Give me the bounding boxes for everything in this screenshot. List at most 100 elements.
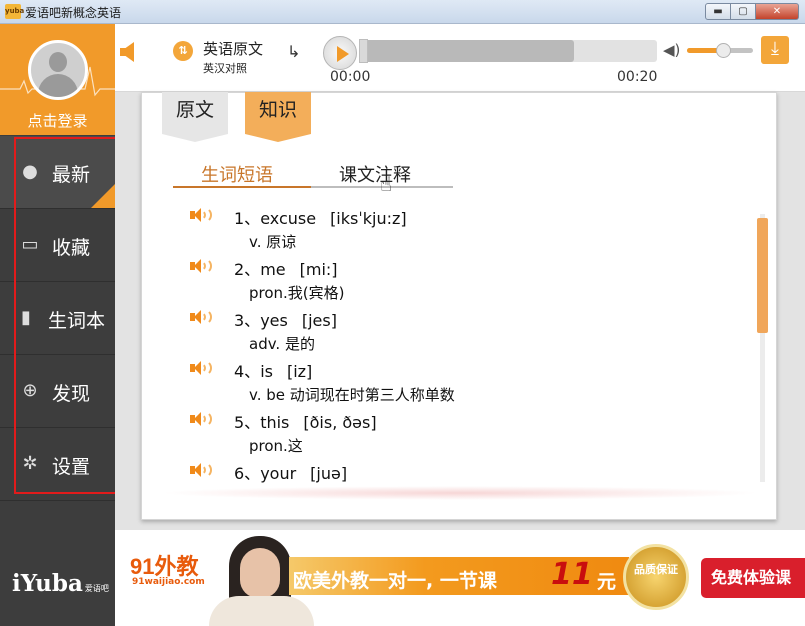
word-definition: pron.我(宾格) [249,284,345,302]
word-phonetic: [iz] [286,362,313,381]
download-button[interactable]: ⤓ [761,36,789,64]
speaker-icon[interactable] [188,411,216,427]
sidebar-item-latest[interactable]: ● 最新 [0,136,115,209]
brand-logo: iYuba 爱语吧 [12,570,109,597]
quality-seal-icon: 品质保证 [623,544,689,610]
player-bar: ⇅ 英语原文 英汉对照 ↳ 00:00 00:20 ◀) ⤓ [115,24,805,92]
word-index: 4、 [234,362,261,381]
free-trial-button[interactable]: 免费体验课 [701,558,805,598]
hand-cursor-icon: ☝ [380,172,393,196]
avatar-body [38,74,78,97]
mode-title[interactable]: 英语原文 [203,38,263,59]
play-button[interactable] [323,36,357,70]
brand-subtitle: 爱语吧 [84,584,109,593]
word-index: 2、 [234,260,261,279]
list-item: 3、yes [jes] adv. 是的 [188,307,748,358]
new-icon: ● [22,161,38,182]
word-headline: 4、is [iz] [234,358,312,382]
total-time: 00:20 [617,69,658,85]
word-definition: v. 原谅 [249,233,297,251]
repeat-icon[interactable]: ↳ [287,42,300,61]
subtab-text-notes[interactable]: 课文注释 [339,161,411,187]
sidebar-item-discover[interactable]: ⊕ 发现 [0,355,115,428]
subtab-underline [173,186,453,188]
avatar-head [49,52,67,72]
tab-knowledge[interactable]: 知识 [245,92,311,142]
word-phonetic: [ðis, ðəs] [303,413,377,432]
volume-icon[interactable]: ◀) [663,41,680,59]
book-icon: ▮ [21,307,31,328]
ad-price: 11 [551,557,593,592]
maximize-button[interactable]: ▢ [731,3,756,20]
gear-icon: ✲ [22,453,38,474]
word-index: 1、 [234,209,261,228]
login-link[interactable]: 点击登录 [0,110,115,131]
word-phonetic: [jes] [301,311,337,330]
subtab-vocabulary[interactable]: 生词短语 [201,161,273,187]
sidebar-item-favorites[interactable]: ▭ 收藏 [0,209,115,282]
avatar[interactable] [28,40,88,100]
sidebar-item-label: 最新 [52,164,91,186]
word-definition: adv. 是的 [249,335,315,353]
tab-original[interactable]: 原文 [162,92,228,142]
word-headline: 6、your [juə] [234,460,347,484]
speaker-icon[interactable] [188,207,216,223]
list-item: 4、is [iz] v. be 动词现在时第三人称单数 [188,358,748,409]
sidebar-item-label: 收藏 [52,237,91,259]
word-headline: 3、yes [jes] [234,307,337,331]
minimize-button[interactable]: ▬ [705,3,731,20]
word-list: 1、excuse [iksˈkju:z] v. 原谅 2、me [mi:] pron… [188,205,748,511]
window-controls: ▬ ▢ ✕ [705,3,799,20]
progress-fill [359,40,574,62]
sidebar-item-vocabulary[interactable]: ▮ 生词本 [0,282,115,355]
ad-banner[interactable]: 91外教 91waijiao.com 欧美外教一对一, 一节课 11 元 品质保… [115,530,805,626]
volume-slider[interactable] [687,43,753,58]
mode-subtitle[interactable]: 英汉对照 [203,60,247,76]
app-logo-icon: yuba [5,4,24,19]
sidebar-item-label: 设置 [52,456,91,478]
scrollbar-thumb[interactable] [757,218,768,333]
word-index: 3、 [234,311,261,330]
list-item: 5、this [ðis, ðəs] pron.这 [188,409,748,460]
progress-knob[interactable] [359,39,368,63]
speaker-icon[interactable] [188,462,216,478]
list-item: 2、me [mi:] pron.我(宾格) [188,256,748,307]
mode-switch-icon[interactable]: ⇅ [173,41,193,61]
word-text: your [260,464,297,483]
word-phonetic: [juə] [310,464,348,483]
speaker-icon[interactable] [188,360,216,376]
sidebar-item-label: 生词本 [48,310,106,332]
ad-site: 91waijiao.com [132,577,205,587]
word-headline: 5、this [ðis, ðəs] [234,409,377,433]
speaker-icon[interactable] [188,258,216,274]
card-bottom-fade [160,486,760,500]
sidebar-item-label: 发现 [52,383,91,405]
title-bar: yuba 爱语吧新概念英语 ▬ ▢ ✕ [0,0,805,24]
word-text: excuse [260,209,317,228]
folder-icon: ▭ [21,234,39,255]
ad-seal-text: 品质保证 [634,563,678,576]
volume-knob[interactable] [716,43,732,58]
word-definition: pron.这 [249,437,303,455]
brand-name: iYuba [12,570,83,597]
progress-bar[interactable] [359,39,657,63]
window-title: 爱语吧新概念英语 [25,6,122,20]
compass-icon: ⊕ [22,380,38,401]
word-headline: 1、excuse [iksˈkju:z] [234,205,407,229]
ad-slogan: 欧美外教一对一, 一节课 [293,570,497,592]
speaker-icon[interactable] [188,309,216,325]
word-definition: v. be 动词现在时第三人称单数 [249,386,455,404]
subtab-active-indicator [173,186,311,188]
word-text: this [260,413,290,432]
close-button[interactable]: ✕ [756,3,799,20]
profile-panel[interactable]: 点击登录 [0,24,115,135]
word-phonetic: [iksˈkju:z] [330,209,407,228]
collapse-arrow-icon[interactable] [120,42,134,62]
word-headline: 2、me [mi:] [234,256,338,280]
word-index: 5、 [234,413,261,432]
word-text: yes [260,311,288,330]
word-index: 6、 [234,464,261,483]
sidebar-item-settings[interactable]: ✲ 设置 [0,428,115,501]
current-time: 00:00 [330,69,371,85]
sidebar-nav: ● 最新 ▭ 收藏 ▮ 生词本 ⊕ 发现 ✲ 设置 [0,136,115,501]
